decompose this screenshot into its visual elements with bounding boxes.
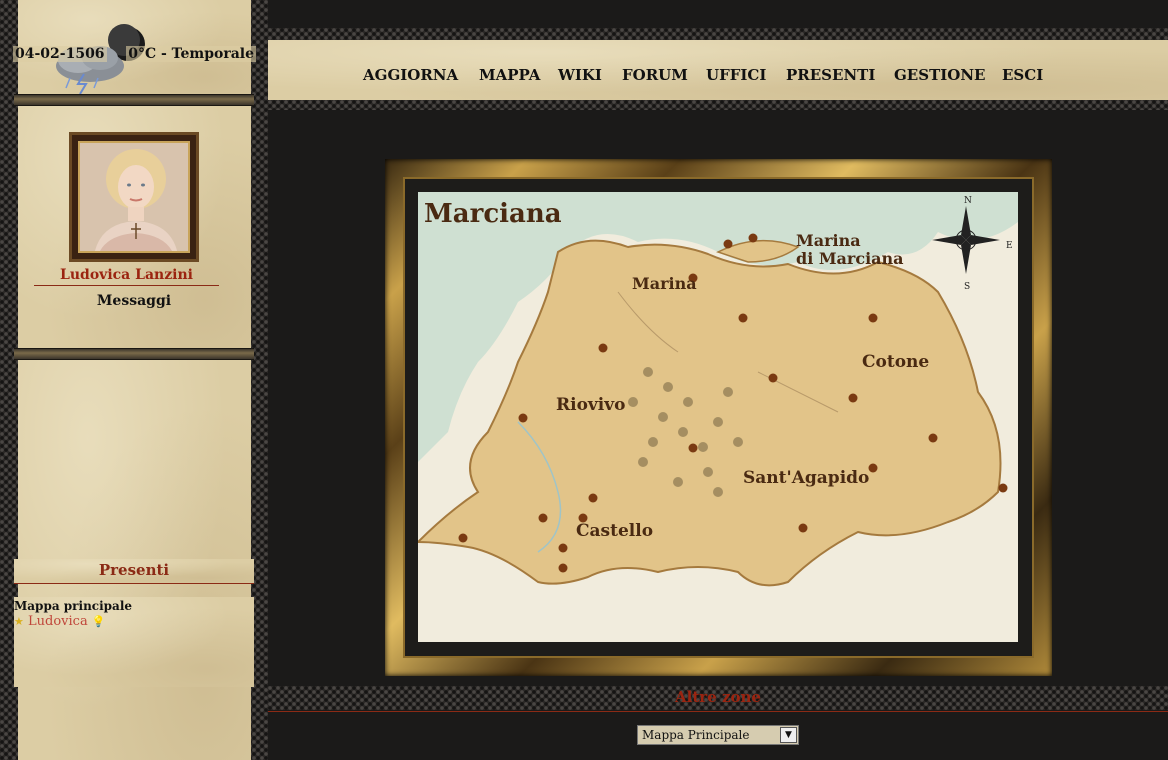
star-icon: ★ (14, 615, 24, 628)
sidebar: 04-02-1506 0°C - Temporale Ludovica Lanz… (0, 0, 268, 760)
divider (14, 94, 254, 106)
avatar[interactable] (69, 132, 199, 262)
portrait-image (80, 143, 188, 251)
nav-forum[interactable]: FORUM (622, 66, 688, 84)
place-label: Marina (632, 274, 697, 293)
topbar-border (268, 100, 1168, 110)
character-name[interactable]: Ludovica Lanzini (34, 267, 219, 286)
weather-text: 0°C - Temporale (126, 46, 256, 62)
presenti-list: Mappa principale ★ Ludovica 💡 (14, 597, 254, 687)
map-title: Marciana (424, 199, 562, 229)
place-label: Cotone (862, 352, 929, 372)
nav-presenti[interactable]: PRESENTI (786, 66, 875, 84)
map[interactable]: N S E Marciana Marina Marina di Marciana… (418, 192, 1018, 642)
nav-wiki[interactable]: WIKI (558, 66, 602, 84)
date-text: 04-02-1506 (13, 46, 107, 62)
place-label: Riovivo (556, 395, 625, 415)
compass-e: E (1006, 241, 1013, 251)
zone-select[interactable]: Mappa Principale ▼ (637, 725, 799, 745)
nav-uffici[interactable]: UFFICI (706, 66, 766, 84)
topbar-border (268, 28, 1168, 40)
compass-n: N (964, 196, 972, 206)
divider (268, 711, 1168, 712)
user-name[interactable]: Ludovica (28, 614, 88, 629)
lightbulb-icon: 💡 (91, 615, 106, 628)
zone-select-value: Mappa Principale (642, 728, 750, 742)
place-label: Castello (576, 521, 653, 541)
presenti-title: Presenti (14, 559, 254, 584)
place-label: Sant'Agapido (743, 468, 869, 488)
nav-esci[interactable]: ESCI (1002, 66, 1043, 84)
place-label: di Marciana (796, 249, 904, 268)
weather-bar: 04-02-1506 0°C - Temporale (12, 42, 256, 66)
chevron-down-icon[interactable]: ▼ (780, 727, 797, 743)
divider (14, 348, 254, 360)
nav-gestione[interactable]: GESTIONE (894, 66, 985, 84)
messages-link[interactable]: Messaggi (34, 293, 234, 309)
place-label: Marina (796, 231, 861, 250)
list-item[interactable]: ★ Ludovica 💡 (14, 614, 254, 629)
nav-aggiorna[interactable]: AGGIORNA (363, 66, 458, 84)
presenti-area: Mappa principale (14, 599, 133, 613)
nav-mappa[interactable]: MAPPA (479, 66, 540, 84)
compass-s: S (964, 282, 970, 292)
altre-zone-title: Altre zone (675, 688, 761, 706)
